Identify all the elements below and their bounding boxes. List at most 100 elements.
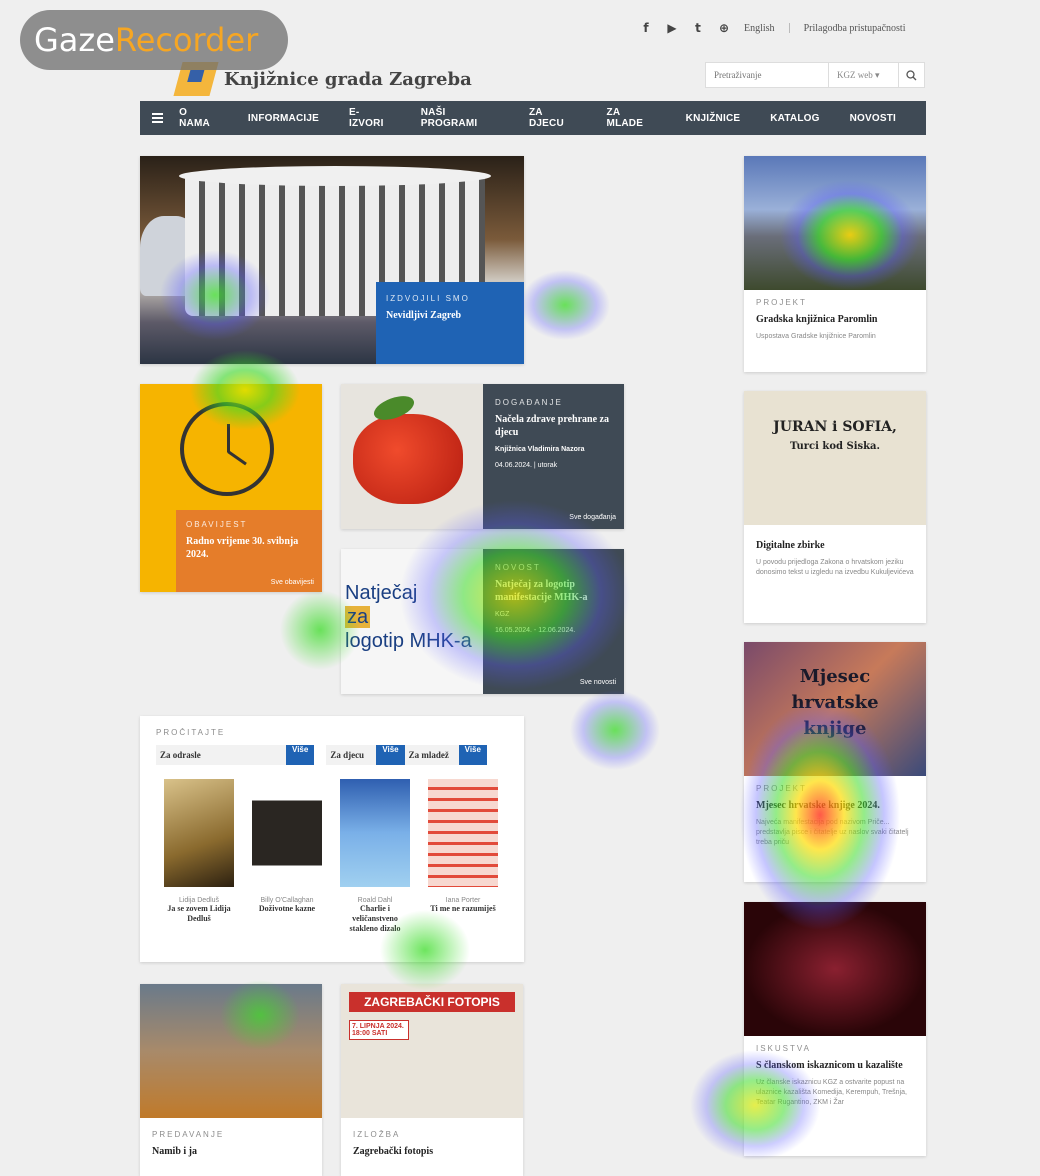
- card-kicker: ISKUSTVA: [756, 1044, 811, 1053]
- news-card[interactable]: Natječaj za logotip MHK-a NOVOST Natječa…: [341, 549, 624, 694]
- nav-item-informacije[interactable]: INFORMACIJE: [248, 113, 319, 124]
- news-date: 16.05.2024. - 12.06.2024.: [495, 627, 576, 634]
- book-author: Roald Dahl: [357, 897, 393, 904]
- book-month-card[interactable]: Mjesec hrvatske knjige PROJEKT Mjesec hr…: [744, 642, 926, 882]
- event-title[interactable]: Načela zdrave prehrane za djecu: [495, 413, 612, 439]
- site-title: Knjižnice grada Zagreba: [224, 68, 472, 90]
- theatre-card[interactable]: ISKUSTVA S članskom iskaznicom u kazališ…: [744, 902, 926, 1156]
- book-list: Lidija Dedluš Ja se zovem Lidija Dedluš …: [156, 779, 508, 934]
- book-title[interactable]: Ja se zovem Lidija Dedluš: [164, 904, 234, 924]
- hamburger-menu-icon[interactable]: [152, 111, 164, 125]
- search-scope-select[interactable]: KGZ web ▾: [828, 63, 898, 87]
- search-button[interactable]: [898, 63, 924, 87]
- youtube-icon[interactable]: ▶: [666, 21, 678, 35]
- book-cover[interactable]: [340, 779, 410, 887]
- globe-icon[interactable]: ⊕: [718, 21, 730, 35]
- more-children-button[interactable]: Više: [376, 745, 405, 765]
- card-title[interactable]: Zagrebački fotopis: [353, 1145, 511, 1158]
- notice-title[interactable]: Radno vrijeme 30. svibnja 2024.: [186, 535, 312, 561]
- nav-item-knjiznice[interactable]: KNJIŽNICE: [686, 113, 741, 124]
- top-utility-bar: f ▶ t ⊕ English Prilagodba pristupačnost…: [640, 18, 930, 38]
- book-cover[interactable]: [252, 779, 322, 887]
- nav-item-o-nama[interactable]: O NAMA: [179, 107, 218, 129]
- card-title[interactable]: Digitalne zbirke: [756, 539, 914, 552]
- book-item[interactable]: Lidija Dedluš Ja se zovem Lidija Dedluš: [164, 779, 234, 934]
- twitter-icon[interactable]: t: [692, 21, 704, 35]
- desert-image: [140, 984, 322, 1118]
- card-title[interactable]: Gradska knjižnica Paromlin: [756, 313, 914, 326]
- chevron-down-icon: ▾: [875, 70, 880, 80]
- book-title[interactable]: Charlie i veličanstveno stakleno dizalo: [340, 904, 410, 934]
- paromlin-image: [744, 156, 926, 290]
- card-title[interactable]: S članskom iskaznicom u kazalište: [756, 1059, 914, 1072]
- poster-line-2: Turci kod Siska.: [789, 441, 881, 452]
- tab-za-mladez[interactable]: Za mladež: [404, 745, 459, 765]
- nav-item-za-djecu[interactable]: ZA DJECU: [529, 107, 577, 129]
- book-item[interactable]: Billy O'Callaghan Doživotne kazne: [252, 779, 322, 934]
- book-author: Billy O'Callaghan: [260, 897, 314, 904]
- notice-kicker: OBAVIJEST: [186, 520, 248, 529]
- event-info: DOGAĐANJE Načela zdrave prehrane za djec…: [483, 384, 624, 529]
- card-title[interactable]: Namib i ja: [152, 1145, 310, 1158]
- all-news-link[interactable]: Sve novosti: [580, 679, 616, 686]
- tab-za-odrasle[interactable]: Za odrasle: [156, 745, 286, 765]
- main-navigation: O NAMA INFORMACIJE E-IZVORI NAŠI PROGRAM…: [140, 101, 926, 135]
- hero-kicker: IZDVOJILI SMO: [386, 294, 470, 303]
- book-cover[interactable]: [164, 779, 234, 887]
- heatmap-blob: [520, 270, 610, 340]
- english-link[interactable]: English: [744, 23, 775, 34]
- all-events-link[interactable]: Sve događanja: [569, 514, 616, 521]
- poster-date: 7. LIPNJA 2024. 18:00 SATI: [349, 1020, 409, 1040]
- image-text-1: Natječaj: [345, 582, 418, 604]
- book-title[interactable]: Ti me ne razumiješ: [428, 904, 498, 914]
- gazerecorder-watermark: GazeRecorder: [20, 10, 288, 70]
- book-cover[interactable]: [428, 779, 498, 887]
- paromlin-card[interactable]: PROJEKT Gradska knjižnica Paromlin Uspos…: [744, 156, 926, 372]
- more-adults-button[interactable]: Više: [286, 745, 315, 765]
- image-text-3: logotip MHK-a: [345, 630, 472, 652]
- card-kicker: IZLOŽBA: [353, 1130, 401, 1139]
- card-kicker: PROJEKT: [756, 298, 807, 307]
- search-bar: KGZ web ▾: [705, 62, 925, 88]
- book-month-image: Mjesec hrvatske knjige: [744, 642, 926, 776]
- image-text-2: za: [345, 606, 371, 628]
- hero-title[interactable]: Nevidljivi Zagreb: [386, 309, 514, 322]
- notice-caption[interactable]: OBAVIJEST Radno vrijeme 30. svibnja 2024…: [176, 510, 322, 592]
- watermark-text-2: Recorder: [114, 21, 259, 59]
- hero-featured-card[interactable]: IZDVOJILI SMO Nevidljivi Zagreb: [140, 156, 524, 364]
- poster-line-1: JURAN i SOFIA,: [773, 419, 897, 435]
- book-item[interactable]: Iana Porter Ti me ne razumiješ: [428, 779, 498, 934]
- accessibility-link[interactable]: Prilagodba pristupačnosti: [804, 23, 906, 34]
- event-date: 04.06.2024. | utorak: [495, 462, 558, 469]
- nav-item-za-mlade[interactable]: ZA MLADE: [607, 107, 656, 129]
- news-kicker: NOVOST: [495, 563, 541, 572]
- search-input[interactable]: [706, 63, 828, 87]
- nav-item-novosti[interactable]: NOVOSTI: [850, 113, 896, 124]
- news-info: NOVOST Natječaj za logotip manifestacije…: [483, 549, 624, 694]
- book-item[interactable]: Roald Dahl Charlie i veličanstveno stakl…: [340, 779, 410, 934]
- news-org: KGZ: [495, 611, 510, 618]
- digital-collections-card[interactable]: JURAN i SOFIA, Turci kod Siska. Digitaln…: [744, 391, 926, 623]
- card-description: U povodu prijedloga Zakona o hrvatskom j…: [756, 559, 914, 576]
- nav-item-e-izvori[interactable]: E-IZVORI: [349, 107, 391, 129]
- card-kicker: PROJEKT: [756, 784, 807, 793]
- heatmap-blob: [570, 690, 660, 770]
- more-youth-button[interactable]: Više: [458, 745, 487, 765]
- facebook-icon[interactable]: f: [640, 21, 652, 35]
- hero-caption[interactable]: IZDVOJILI SMO Nevidljivi Zagreb: [376, 282, 524, 364]
- lecture-card[interactable]: PREDAVANJE Namib i ja: [140, 984, 322, 1176]
- reading-recommendations: PROČITAJTE Za odrasle Više Za djecu Više…: [140, 716, 524, 962]
- event-card[interactable]: DOGAĐANJE Načela zdrave prehrane za djec…: [341, 384, 624, 529]
- exhibition-card[interactable]: ZAGREBAČKI FOTOPIS 7. LIPNJA 2024. 18:00…: [341, 984, 523, 1176]
- nav-item-nasi-programi[interactable]: NAŠI PROGRAMI: [421, 107, 499, 129]
- notice-card[interactable]: OBAVIJEST Radno vrijeme 30. svibnja 2024…: [140, 384, 322, 592]
- tab-za-djecu[interactable]: Za djecu: [326, 745, 377, 765]
- nav-item-katalog[interactable]: KATALOG: [770, 113, 819, 124]
- poster-title: ZAGREBAČKI FOTOPIS: [349, 992, 515, 1012]
- old-poster-image: JURAN i SOFIA, Turci kod Siska.: [744, 391, 926, 525]
- card-title[interactable]: Mjesec hrvatske knjige 2024.: [756, 799, 914, 812]
- all-notices-link[interactable]: Sve obavijesti: [271, 579, 314, 586]
- card-description: Uz članske iskaznicu KGZ a ostvarite pop…: [756, 1079, 907, 1106]
- book-title[interactable]: Doživotne kazne: [252, 904, 322, 914]
- news-title[interactable]: Natječaj za logotip manifestacije MHK-a: [495, 578, 612, 604]
